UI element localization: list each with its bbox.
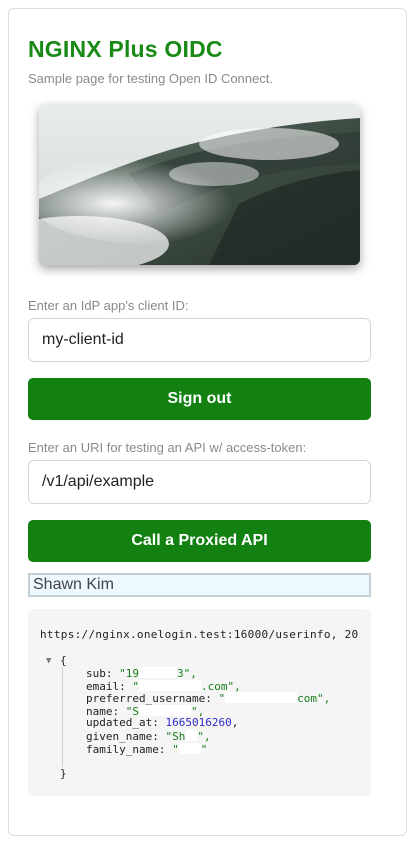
json-key: preferred_username bbox=[86, 692, 206, 706]
json-field-given-name: given_name: "Sh ", bbox=[86, 729, 211, 743]
json-field-preferred-username: preferred_username: " com", bbox=[86, 692, 331, 706]
json-value: "19 bbox=[119, 667, 139, 680]
json-open-brace: { bbox=[60, 654, 67, 667]
json-value: "Sh bbox=[165, 729, 186, 743]
json-value-tail: .com", bbox=[201, 679, 241, 693]
redaction-mask bbox=[139, 679, 201, 691]
json-key: sub bbox=[86, 667, 106, 680]
call-proxied-api-button[interactable]: Call a Proxied API bbox=[28, 520, 371, 562]
redaction-mask bbox=[225, 692, 298, 704]
hero-landscape-image bbox=[39, 104, 360, 265]
json-value-tail: " bbox=[200, 742, 208, 756]
json-field-email: email: " .com", bbox=[86, 679, 241, 693]
json-key: family_name bbox=[86, 742, 159, 756]
json-field-family-name: family_name: " " bbox=[86, 742, 208, 756]
json-value-tail: ", bbox=[197, 729, 211, 743]
redaction-mask bbox=[139, 704, 191, 716]
api-response-panel: https://nginx.onelogin.test:16000/userin… bbox=[28, 609, 371, 796]
page-subtitle: Sample page for testing Open ID Connect. bbox=[28, 71, 273, 86]
json-value-tail: com", bbox=[297, 692, 331, 706]
collapse-toggle-icon[interactable]: ▼ bbox=[46, 655, 51, 668]
json-key: email bbox=[86, 679, 120, 693]
json-field-sub: sub: "19 3", bbox=[86, 667, 197, 680]
page-title: NGINX Plus OIDC bbox=[28, 36, 223, 62]
api-uri-input[interactable] bbox=[28, 460, 371, 504]
json-value: " bbox=[132, 679, 139, 693]
request-url: https://nginx.onelogin.test:16000/userin… bbox=[40, 628, 359, 641]
sign-out-button[interactable]: Sign out bbox=[28, 378, 371, 420]
json-number: 1665016260 bbox=[165, 716, 232, 730]
json-indent-guide bbox=[62, 667, 63, 767]
json-field-updated-at: updated_at: 1665016260, bbox=[86, 716, 239, 730]
json-value-tail: , bbox=[231, 716, 239, 730]
user-name-display: Shawn Kim bbox=[28, 573, 371, 597]
redaction-mask bbox=[139, 667, 177, 678]
json-key: given_name bbox=[86, 729, 153, 743]
redaction-mask bbox=[185, 729, 198, 741]
json-key: updated_at bbox=[86, 716, 153, 730]
redaction-mask bbox=[178, 742, 201, 754]
json-value: " bbox=[172, 742, 179, 756]
json-close-brace: } bbox=[60, 767, 67, 780]
json-value: " bbox=[218, 692, 226, 706]
client-id-input[interactable] bbox=[28, 318, 371, 362]
json-fields: sub: "19 3", email: " .com", preferred_use… bbox=[86, 667, 330, 755]
api-uri-label: Enter an URI for testing an API w/ acces… bbox=[28, 440, 307, 455]
client-id-label: Enter an IdP app's client ID: bbox=[28, 298, 189, 313]
json-value-tail: 3", bbox=[177, 667, 197, 680]
